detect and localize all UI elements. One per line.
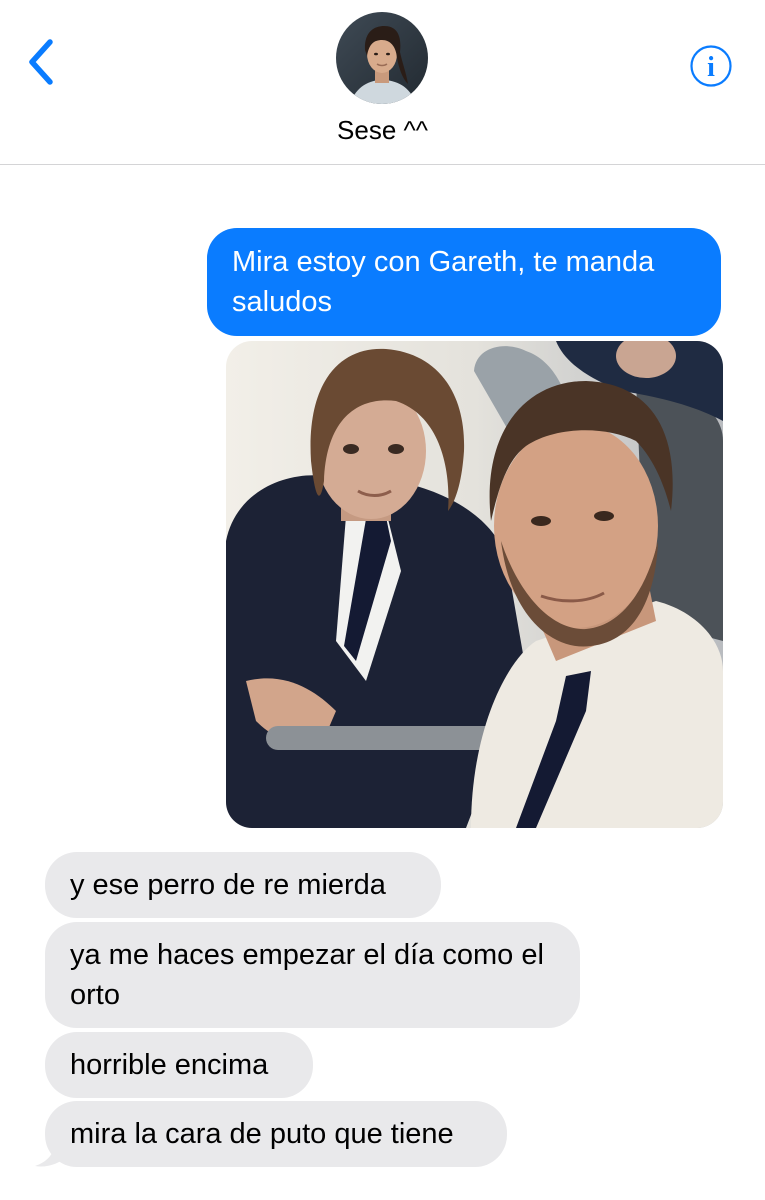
message-text: y ese perro de re mierda [70, 869, 386, 901]
sent-message-bubble[interactable]: Mira estoy con Gareth, te manda saludos [207, 228, 721, 336]
sent-photo-message[interactable] [226, 341, 723, 828]
svg-text:i: i [707, 52, 715, 83]
message-text: horrible encima [70, 1049, 269, 1081]
back-button[interactable] [22, 38, 62, 86]
info-button[interactable]: i [689, 44, 733, 88]
messages-screen: Sese ^^ i Mira estoy con Gareth, te mand… [0, 0, 765, 1200]
selfie-photo [226, 341, 723, 828]
received-message-bubble[interactable]: ya me haces empezar el día como el orto [45, 922, 580, 1028]
contact-avatar[interactable] [336, 12, 428, 104]
message-text: mira la cara de puto que tiene [70, 1118, 454, 1150]
conversation-header: Sese ^^ i [0, 0, 765, 165]
bubble-tail [35, 1140, 67, 1167]
contact-name[interactable]: Sese ^^ [0, 115, 765, 146]
avatar-image [336, 12, 428, 104]
info-circle-icon: i [690, 45, 732, 87]
received-message-bubble[interactable]: y ese perro de re mierda [45, 852, 441, 918]
received-message-bubble[interactable]: horrible encima [45, 1032, 313, 1098]
message-text: Mira estoy con Gareth, te manda saludos [232, 246, 655, 318]
received-message-bubble[interactable]: mira la cara de puto que tiene [45, 1101, 507, 1167]
chevron-left-icon [29, 39, 53, 85]
message-text: ya me haces empezar el día como el orto [70, 939, 544, 1011]
